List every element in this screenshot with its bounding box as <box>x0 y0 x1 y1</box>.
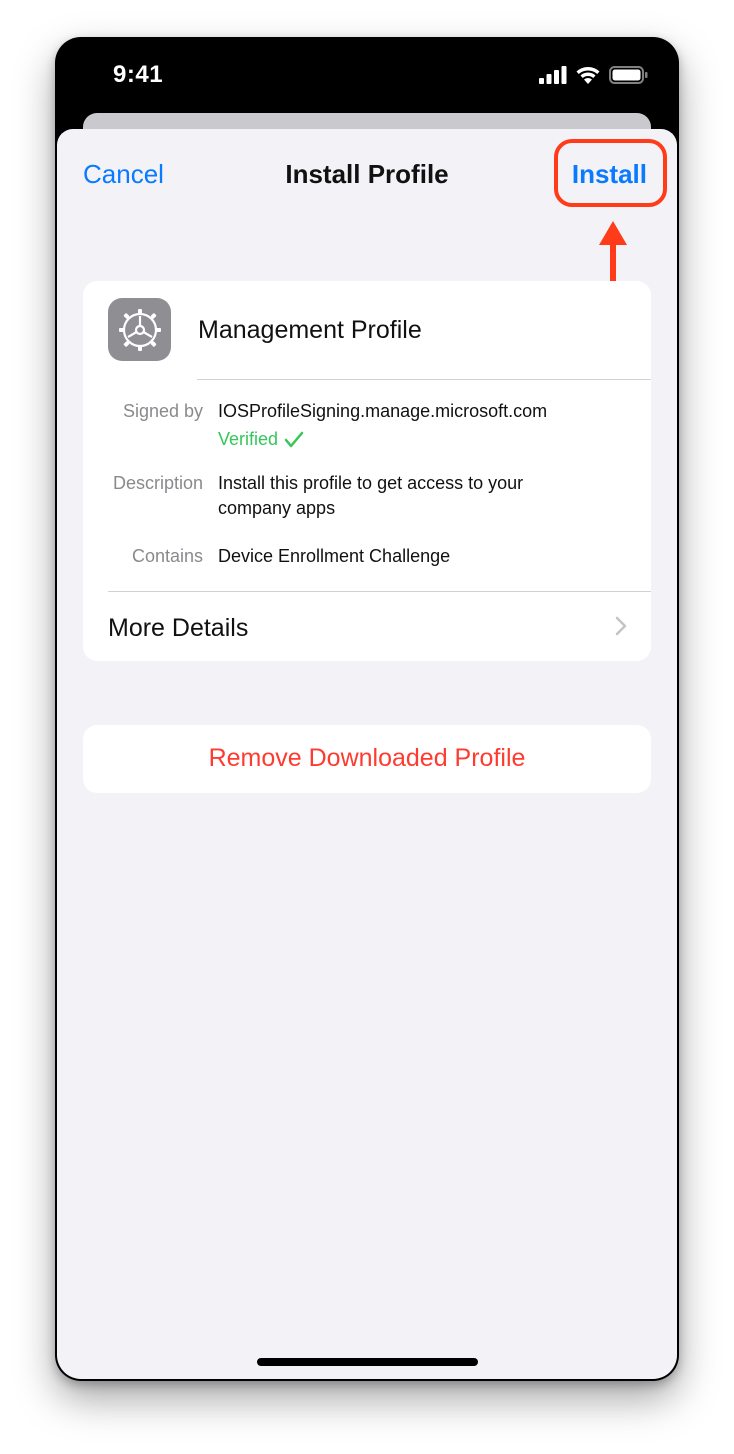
status-time: 9:41 <box>113 61 164 88</box>
wifi-icon <box>576 67 600 84</box>
profile-name: Management Profile <box>198 316 422 344</box>
settings-app-icon <box>108 298 171 361</box>
remove-downloaded-profile-label: Remove Downloaded Profile <box>208 744 526 772</box>
phone-frame: 9:41 Cancel Install Profile Install Mana… <box>55 37 679 1381</box>
description-value-line1: Install this profile to get access to yo… <box>218 473 524 493</box>
status-icons <box>539 65 649 84</box>
battery-icon <box>609 65 648 84</box>
remove-downloaded-profile-button[interactable]: Remove Downloaded Profile <box>83 725 651 793</box>
signed-by-value: IOSProfileSigning.manage.microsoft.com <box>218 401 548 421</box>
profile-card: Management Profile Signed by IOSProfileS… <box>83 281 651 661</box>
install-profile-sheet: Cancel Install Profile Install Managemen… <box>57 129 677 1379</box>
description-value-line2: company apps <box>218 498 336 518</box>
checkmark-icon <box>284 431 304 447</box>
contains-label: Contains <box>131 546 203 566</box>
divider <box>197 379 651 380</box>
gear-icon <box>118 308 161 351</box>
annotation-arrow-icon <box>599 221 627 287</box>
signed-by-label: Signed by <box>122 401 203 421</box>
chevron-right-icon <box>615 616 627 636</box>
description-label: Description <box>112 473 203 493</box>
install-highlight-annotation <box>554 139 667 207</box>
more-details-label: More Details <box>108 614 249 642</box>
verified-label: Verified <box>218 429 279 449</box>
home-indicator <box>257 1358 478 1366</box>
verified-status: Verified <box>218 429 304 450</box>
contains-value: Device Enrollment Challenge <box>218 546 451 566</box>
more-details-row[interactable]: More Details <box>83 592 651 661</box>
cellular-signal-icon <box>539 65 567 84</box>
